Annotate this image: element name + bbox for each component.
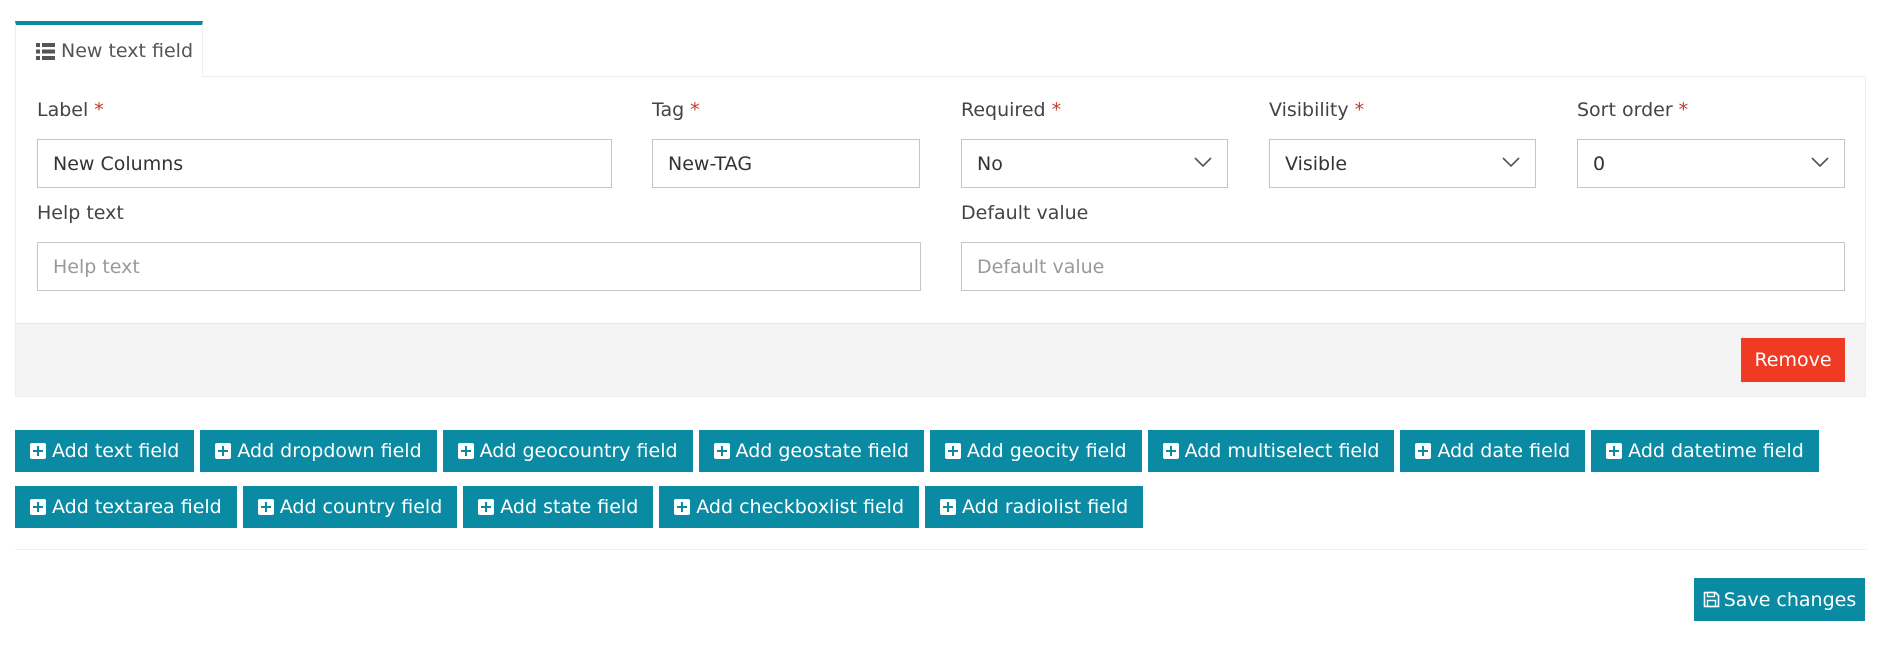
visibility-field-label: Visibility *	[1269, 99, 1365, 121]
plus-square-icon	[1606, 443, 1623, 459]
sort-order-select[interactable]: 0	[1577, 139, 1845, 188]
tab-label: New text field	[61, 40, 194, 62]
save-changes-label: Save changes	[1723, 588, 1857, 611]
sort-order-select-value: 0	[1593, 152, 1606, 175]
add-buttons-row-2: Add textarea field Add country field Add…	[15, 486, 1144, 528]
add-textarea-field-button[interactable]: Add textarea field	[15, 486, 237, 528]
required-select-value: No	[977, 152, 1003, 175]
required-field-group: Required * No	[961, 97, 1228, 188]
add-radiolist-field-button[interactable]: Add radiolist field	[925, 486, 1144, 528]
add-checkboxlist-field-button[interactable]: Add checkboxlist field	[659, 486, 920, 528]
plus-square-icon	[215, 443, 232, 459]
visibility-field-group: Visibility * Visible	[1269, 97, 1536, 188]
list-icon	[36, 42, 55, 60]
plus-square-icon	[457, 443, 474, 459]
plus-square-icon	[1415, 443, 1432, 459]
add-geocountry-field-button[interactable]: Add geocountry field	[442, 430, 693, 472]
plus-square-icon	[30, 499, 46, 515]
plus-square-icon	[478, 499, 495, 515]
help-text-field-label: Help text	[37, 202, 124, 224]
add-datetime-field-button[interactable]: Add datetime field	[1591, 430, 1819, 472]
divider	[15, 549, 1866, 550]
visibility-select[interactable]: Visible	[1269, 139, 1536, 188]
tag-input[interactable]: New-TAG	[652, 139, 920, 188]
plus-square-icon	[944, 443, 961, 459]
add-geocity-field-button[interactable]: Add geocity field	[929, 430, 1142, 472]
sort-order-field-label: Sort order *	[1577, 99, 1689, 121]
required-select[interactable]: No	[961, 139, 1228, 188]
remove-button[interactable]: Remove	[1741, 338, 1845, 382]
plus-square-icon	[713, 443, 730, 459]
add-country-field-button[interactable]: Add country field	[242, 486, 458, 528]
tab-new-text-field[interactable]: New text field	[15, 21, 203, 77]
default-value-field-group: Default value	[961, 200, 1845, 291]
help-text-input[interactable]	[37, 242, 921, 291]
required-field-label: Required *	[961, 99, 1062, 121]
plus-square-icon	[1162, 443, 1179, 459]
visibility-select-value: Visible	[1285, 152, 1348, 175]
panel-footer: Remove	[16, 323, 1865, 396]
plus-square-icon	[30, 443, 46, 459]
label-field-label: Label *	[37, 99, 104, 121]
page: New text field Label * New Columns Tag * N…	[0, 0, 1877, 659]
save-changes-button[interactable]: Save changes	[1694, 578, 1865, 621]
plus-square-icon	[674, 499, 691, 515]
label-input[interactable]: New Columns	[37, 139, 612, 188]
default-value-input[interactable]	[961, 242, 1845, 291]
chevron-down-icon	[1194, 157, 1212, 168]
field-editor-panel: Label * New Columns Tag * New-TAG Required…	[15, 76, 1866, 397]
sort-order-field-group: Sort order * 0	[1577, 97, 1845, 188]
add-date-field-button[interactable]: Add date field	[1400, 430, 1586, 472]
add-geostate-field-button[interactable]: Add geostate field	[698, 430, 924, 472]
label-field-group: Label * New Columns	[37, 97, 612, 188]
add-text-field-button[interactable]: Add text field	[15, 430, 195, 472]
add-dropdown-field-button[interactable]: Add dropdown field	[200, 430, 437, 472]
add-state-field-button[interactable]: Add state field	[463, 486, 654, 528]
floppy-disk-icon	[1703, 591, 1720, 608]
chevron-down-icon	[1811, 157, 1829, 168]
add-buttons-row-1: Add text field Add dropdown field Add ge…	[15, 430, 1819, 472]
help-text-field-group: Help text	[37, 200, 921, 291]
tag-field-label: Tag *	[652, 99, 700, 121]
tag-field-group: Tag * New-TAG	[652, 97, 920, 188]
default-value-field-label: Default value	[961, 202, 1089, 224]
add-multiselect-field-button[interactable]: Add multiselect field	[1147, 430, 1395, 472]
chevron-down-icon	[1502, 157, 1520, 168]
plus-square-icon	[940, 499, 957, 515]
plus-square-icon	[257, 499, 274, 515]
